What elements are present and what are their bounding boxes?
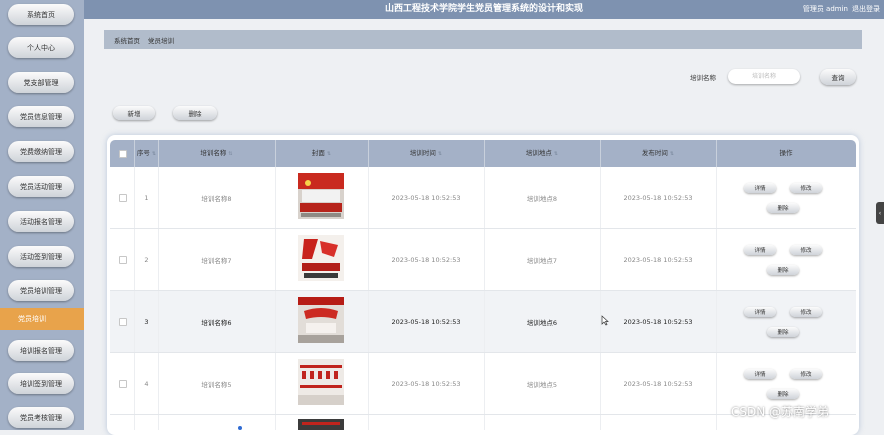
mouse-cursor-icon [601,315,609,326]
watermark: CSDN @苏南学弟 [731,405,830,419]
cover-image [298,419,344,430]
cell-place: 培训地点8 [526,194,558,203]
column-header-actions: 操作 [779,149,793,157]
sidebar-item-training-signup[interactable]: 培训报名管理 [8,340,74,361]
cell-time: 2023-05-18 10:52:53 [391,317,461,326]
cell-publish: 2023-05-18 10:52:53 [623,317,693,326]
detail-button[interactable]: 详情 [744,183,776,193]
cell-no: 1 [144,193,149,202]
sidebar-item-profile[interactable]: 个人中心 [8,37,74,58]
logout-link[interactable]: 退出登录 [852,0,880,19]
cell-time: 2023-05-18 10:52:53 [391,255,461,264]
delete-button[interactable]: 删除 [767,265,799,275]
sidebar-item-training-checkin[interactable]: 培训签到管理 [8,373,74,394]
sidebar-item-activity-checkin[interactable]: 活动签到管理 [8,246,74,267]
sidebar-item-activity-signup[interactable]: 活动报名管理 [8,211,74,232]
delete-button[interactable]: 删除 [767,389,799,399]
breadcrumb: 系统首页 党员培训 [104,30,862,49]
column-header-time[interactable]: 培训时间 ⇅ [368,140,484,167]
edit-button[interactable]: 修改 [790,307,822,317]
row-checkbox[interactable] [119,318,127,326]
cover-image [298,173,344,219]
sidebar-item-activities[interactable]: 党员活动管理 [8,176,74,197]
search-button[interactable]: 查询 [820,69,856,85]
cell-publish: 2023-05-18 10:52:53 [623,379,693,388]
sidebar-item-assessment[interactable]: 党员考核管理 [8,407,74,428]
cell-no: 2 [144,255,149,264]
detail-button[interactable]: 详情 [744,245,776,255]
delete-button[interactable]: 删除 [767,327,799,337]
cell-no: 4 [144,379,149,388]
sidebar-item-training-admin[interactable]: 党员培训管理 [8,280,74,301]
batch-delete-button[interactable]: 删除 [173,106,217,120]
cover-image [298,359,344,405]
column-header-cover[interactable]: 封面 ⇅ [275,140,368,167]
cell-place: 培训地点5 [526,380,558,389]
cover-image [298,235,344,281]
cover-image [298,297,344,343]
column-header-name[interactable]: 培训名称 ⇅ [158,140,275,167]
cell-place: 培训地点7 [526,256,558,265]
table-row: 1 培训名称8 2023-05-18 10:52:53 培训地点8 2023-0… [110,167,856,229]
column-header-publish[interactable]: 发布时间 ⇅ [600,140,716,167]
search-label: 培训名称 [690,74,716,82]
column-header-no[interactable]: 序号 ⇅ [135,140,158,167]
cell-name: 培训名称5 [201,380,232,389]
sidebar-item-home[interactable]: 系统首页 [8,4,74,25]
breadcrumb-current: 党员培训 [148,36,174,45]
cell-time: 2023-05-18 10:52:53 [391,193,461,202]
search-input[interactable] [728,69,800,84]
breadcrumb-home[interactable]: 系统首页 [114,35,140,45]
sidebar-item-dues[interactable]: 党费缴纳管理 [8,141,74,162]
table-header: 序号 ⇅ 培训名称 ⇅ 封面 ⇅ 培训时间 ⇅ 培训地点 ⇅ 发布时间 ⇅ 操作 [110,140,856,167]
select-all-checkbox[interactable] [119,150,127,158]
cell-publish: 2023-05-18 10:52:53 [623,255,693,264]
sidebar-item-member-info[interactable]: 党员信息管理 [8,106,74,127]
cell-place: 培训地点6 [526,318,558,327]
top-header: 山西工程技术学院学生党员管理系统的设计和实现 管理员 admin 退出登录 [84,0,884,19]
app-title: 山西工程技术学院学生党员管理系统的设计和实现 [384,4,583,14]
sidebar: 系统首页 个人中心 党支部管理 党员信息管理 党费缴纳管理 党员活动管理 活动报… [0,0,84,430]
edit-button[interactable]: 修改 [790,369,822,379]
cell-publish: 2023-05-18 10:52:53 [623,193,693,202]
row-checkbox[interactable] [119,194,127,202]
delete-button[interactable]: 删除 [767,203,799,213]
loading-dot-icon [238,426,242,430]
table-row: 2 培训名称7 2023-05-18 10:52:53 培训地点7 2023-0… [110,229,856,291]
add-button[interactable]: 新增 [113,106,155,120]
table-row: 3 培训名称6 2023-05-18 10:52:53 培训地点6 2023-0… [110,291,856,353]
cell-time: 2023-05-18 10:52:53 [391,379,461,388]
sidebar-item-training[interactable]: 党员培训 [0,308,84,330]
detail-button[interactable]: 详情 [744,307,776,317]
edit-button[interactable]: 修改 [790,183,822,193]
sidebar-item-branch[interactable]: 党支部管理 [8,72,74,93]
current-user: 管理员 admin [802,5,848,13]
chevron-left-icon[interactable]: ‹ [876,202,884,224]
cell-name: 培训名称6 [201,318,232,327]
cell-name: 培训名称8 [201,194,232,203]
column-header-place[interactable]: 培训地点 ⇅ [484,140,600,167]
row-checkbox[interactable] [119,256,127,264]
cell-name: 培训名称7 [201,256,232,265]
row-checkbox[interactable] [119,380,127,388]
detail-button[interactable]: 详情 [744,369,776,379]
edit-button[interactable]: 修改 [790,245,822,255]
cell-no: 3 [144,317,149,326]
